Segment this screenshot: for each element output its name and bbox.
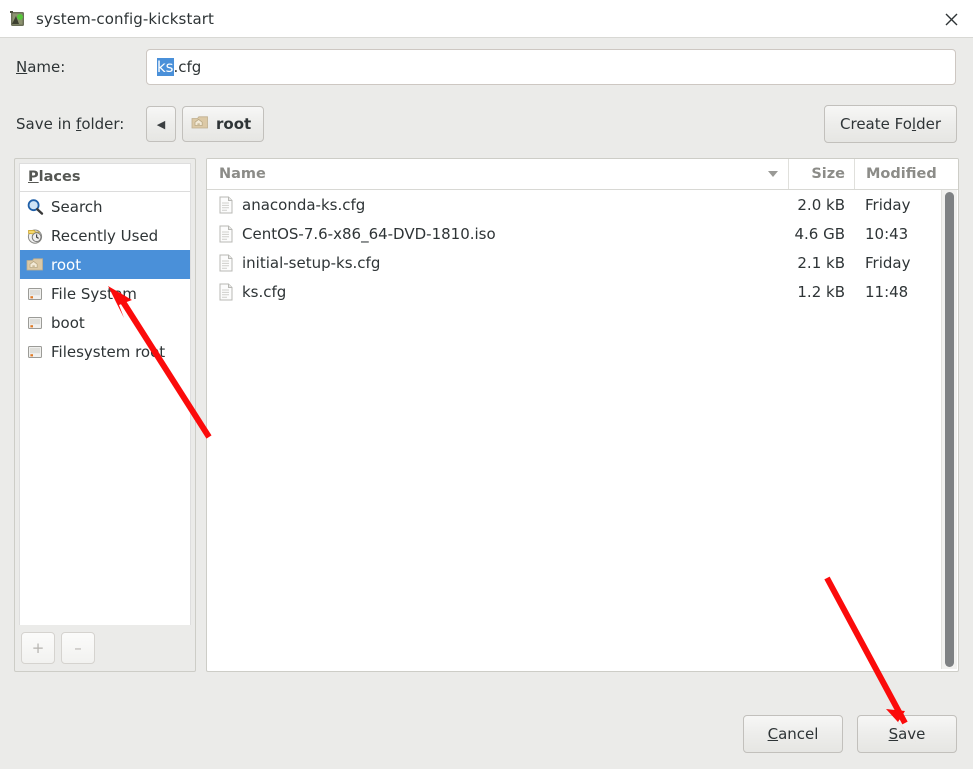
table-row[interactable]: CentOS-7.6-x86_64-DVD-1810.iso 4.6 GB 10… <box>207 219 958 248</box>
search-icon <box>26 198 44 216</box>
sidebar-item-label: Filesystem root <box>51 342 166 361</box>
file-name-label: CentOS-7.6-x86_64-DVD-1810.iso <box>242 224 496 243</box>
sidebar-item-label: root <box>51 255 82 274</box>
name-row: Name: ks .cfg <box>0 38 973 96</box>
drive-icon <box>26 285 44 303</box>
file-rows: anaconda-ks.cfg 2.0 kB Friday CentOS-7.6… <box>207 190 958 671</box>
file-size-cell: 2.0 kB <box>797 195 845 214</box>
file-name-cell: anaconda-ks.cfg <box>207 196 788 214</box>
sidebar-item-boot[interactable]: boot <box>20 308 190 337</box>
sidebar-item-file-system[interactable]: File System <box>20 279 190 308</box>
file-list-pane: Name Size Modified anaconda-ks.cfg 2.0 k… <box>206 158 959 672</box>
titlebar: system-config-kickstart <box>0 0 973 38</box>
document-icon <box>218 196 234 214</box>
save-in-folder-label: Save in folder: <box>16 115 146 133</box>
document-icon <box>218 225 234 243</box>
file-size-cell: 2.1 kB <box>797 253 845 272</box>
file-list-header: Name Size Modified <box>207 159 958 190</box>
sidebar-item-recently-used[interactable]: Recently Used <box>20 221 190 250</box>
places-header-rest: laces <box>38 169 81 185</box>
file-browser: Places Search Recently Used root File Sy… <box>14 158 959 672</box>
sort-descending-icon <box>768 171 778 177</box>
sidebar-item-label: File System <box>51 284 137 303</box>
name-label-rest: ame: <box>27 58 66 76</box>
file-name-label: ks.cfg <box>242 282 287 301</box>
save-mnemonic: S <box>888 725 899 743</box>
create-folder-post: der <box>916 115 941 133</box>
app-icon <box>9 10 27 28</box>
chevron-left-icon: ◀ <box>156 117 166 131</box>
filename-input[interactable]: ks .cfg <box>146 49 956 85</box>
home-folder-icon <box>26 256 44 274</box>
file-name-cell: initial-setup-ks.cfg <box>207 254 788 272</box>
filename-selected-text: ks <box>157 58 174 76</box>
home-folder-icon <box>191 114 209 134</box>
cancel-label-rest: ancel <box>778 725 819 743</box>
create-folder-button[interactable]: Create Fo l der <box>824 105 957 143</box>
name-label: Name: <box>16 58 146 76</box>
cancel-mnemonic: C <box>767 725 779 743</box>
places-header-mnemonic: P <box>28 169 39 185</box>
file-size-cell: 1.2 kB <box>797 282 845 301</box>
breadcrumb-root-button[interactable]: root <box>182 106 265 142</box>
column-header-name-label: Name <box>219 166 266 182</box>
folder-label-pre: Save in <box>16 115 77 133</box>
column-header-size[interactable]: Size <box>788 159 854 189</box>
dialog-action-buttons: Cancel Save <box>743 715 957 753</box>
folder-label-post: older: <box>81 115 125 133</box>
sidebar-item-label: boot <box>51 313 85 332</box>
drive-icon <box>26 343 44 361</box>
save-file-dialog: system-config-kickstart Name: ks .cfg Sav… <box>0 0 973 769</box>
file-name-label: initial-setup-ks.cfg <box>242 253 381 272</box>
places-actions: + – <box>15 625 195 671</box>
column-header-name[interactable]: Name <box>207 159 788 189</box>
file-size-cell: 4.6 GB <box>794 224 845 243</box>
document-icon <box>218 283 234 301</box>
file-list-scrollbar[interactable] <box>941 190 957 669</box>
filename-rest-text: .cfg <box>173 58 202 76</box>
close-icon[interactable] <box>937 6 965 32</box>
column-header-modified[interactable]: Modified <box>854 159 958 189</box>
save-button[interactable]: Save <box>857 715 957 753</box>
places-sidebar: Places Search Recently Used root File Sy… <box>14 158 196 672</box>
name-label-mnemonic: N <box>16 58 28 76</box>
sidebar-item-search[interactable]: Search <box>20 192 190 221</box>
scrollbar-thumb[interactable] <box>945 192 954 667</box>
cancel-button[interactable]: Cancel <box>743 715 843 753</box>
table-row[interactable]: ks.cfg 1.2 kB 11:48 <box>207 277 958 306</box>
sidebar-item-filesystem-root[interactable]: Filesystem root <box>20 337 190 366</box>
document-icon <box>218 254 234 272</box>
window-title: system-config-kickstart <box>36 9 214 28</box>
drive-icon <box>26 314 44 332</box>
places-list: Places Search Recently Used root File Sy… <box>19 163 191 625</box>
add-bookmark-button[interactable]: + <box>21 632 55 664</box>
save-label-rest: ave <box>898 725 926 743</box>
table-row[interactable]: anaconda-ks.cfg 2.0 kB Friday <box>207 190 958 219</box>
folder-row: Save in folder: ◀ root Create Fo l der <box>0 96 973 152</box>
path-back-button[interactable]: ◀ <box>146 106 176 142</box>
file-name-label: anaconda-ks.cfg <box>242 195 366 214</box>
remove-bookmark-button[interactable]: – <box>61 632 95 664</box>
create-folder-pre: Create Fo <box>840 115 912 133</box>
places-header: Places <box>20 164 190 192</box>
recent-icon <box>26 227 44 245</box>
table-row[interactable]: initial-setup-ks.cfg 2.1 kB Friday <box>207 248 958 277</box>
file-name-cell: ks.cfg <box>207 283 788 301</box>
breadcrumb-root-label: root <box>216 115 252 133</box>
sidebar-item-root[interactable]: root <box>20 250 190 279</box>
sidebar-item-label: Search <box>51 197 103 216</box>
sidebar-item-label: Recently Used <box>51 226 159 245</box>
file-name-cell: CentOS-7.6-x86_64-DVD-1810.iso <box>207 225 788 243</box>
